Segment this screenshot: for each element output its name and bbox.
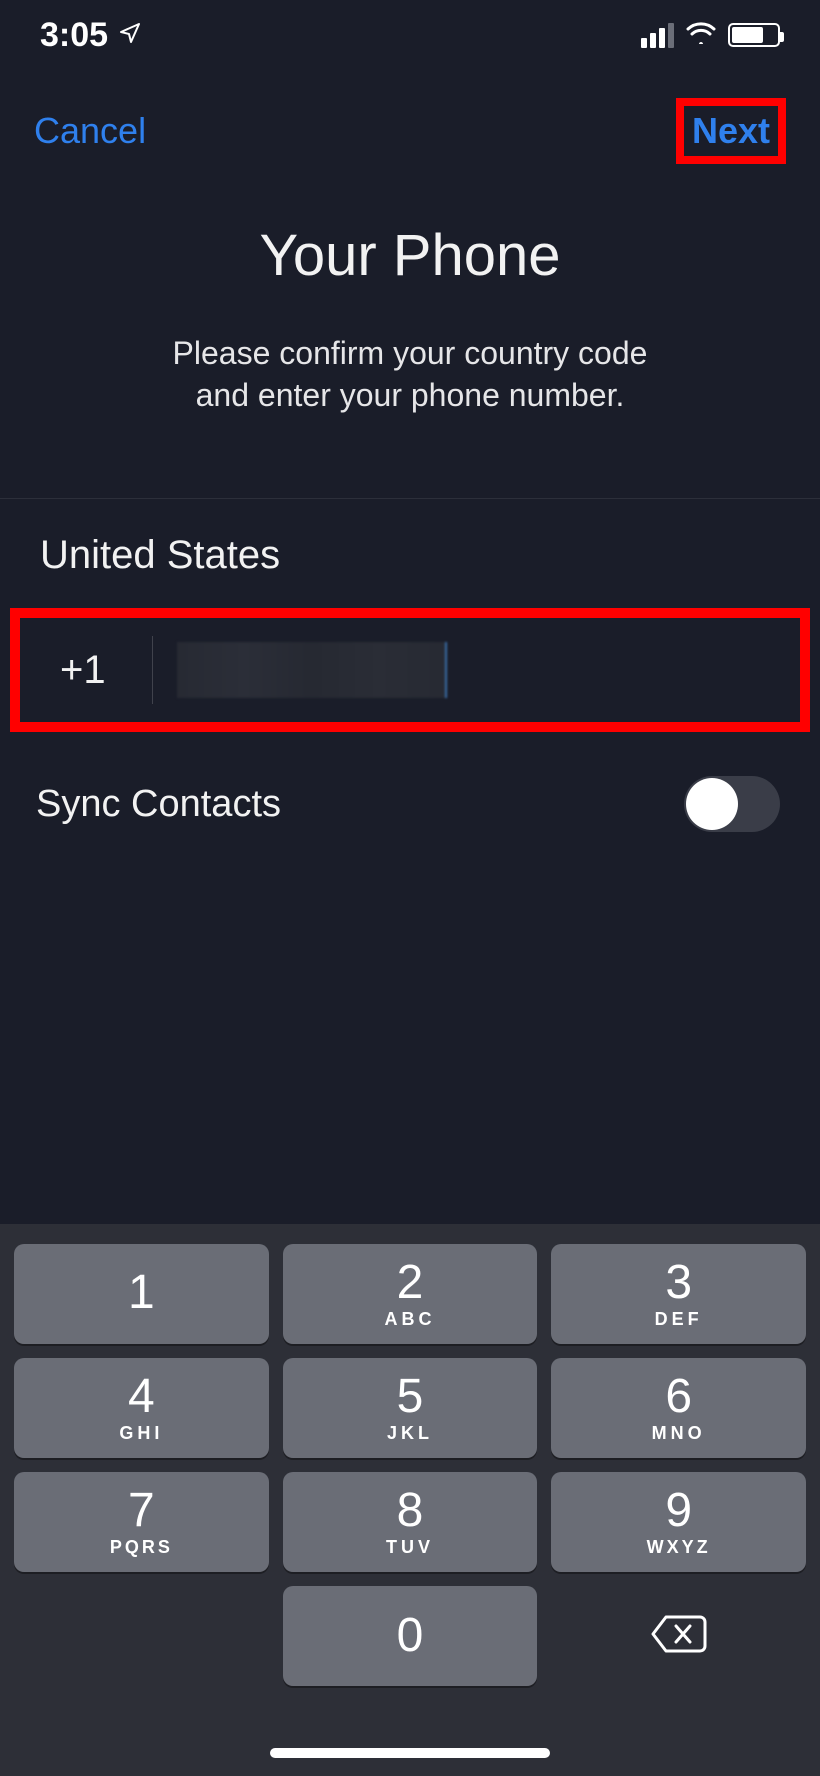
dial-code: +1: [60, 648, 152, 693]
key-6[interactable]: 6 MNO: [551, 1358, 806, 1458]
key-1[interactable]: 1: [14, 1244, 269, 1344]
sync-contacts-label: Sync Contacts: [36, 783, 281, 826]
key-2[interactable]: 2 ABC: [283, 1244, 538, 1344]
status-bar: 3:05: [0, 0, 820, 70]
country-label: United States: [40, 533, 280, 577]
country-selector[interactable]: United States: [0, 499, 820, 608]
cancel-button[interactable]: Cancel: [34, 110, 146, 152]
key-blank: [14, 1586, 269, 1686]
nav-bar: Cancel Next: [0, 70, 820, 174]
numeric-keypad: 1 2 ABC 3 DEF 4 GHI 5 JKL 6 MNO 7 PQRS 8: [0, 1224, 820, 1776]
next-button-highlight: Next: [676, 98, 786, 164]
cellular-signal-icon: [641, 23, 674, 48]
phone-input-row[interactable]: +1: [10, 608, 810, 732]
battery-icon: [728, 23, 780, 47]
key-0[interactable]: 0: [283, 1586, 538, 1686]
key-3[interactable]: 3 DEF: [551, 1244, 806, 1344]
sync-contacts-row: Sync Contacts: [0, 732, 820, 832]
next-button[interactable]: Next: [692, 110, 770, 152]
key-9[interactable]: 9 WXYZ: [551, 1472, 806, 1572]
home-indicator[interactable]: [270, 1748, 550, 1758]
divider-vertical: [152, 636, 153, 704]
key-5[interactable]: 5 JKL: [283, 1358, 538, 1458]
wifi-icon: [686, 22, 716, 49]
toggle-knob: [686, 778, 738, 830]
key-7[interactable]: 7 PQRS: [14, 1472, 269, 1572]
status-time: 3:05: [40, 16, 108, 55]
backspace-key[interactable]: [551, 1586, 806, 1686]
page-heading: Your Phone: [0, 222, 820, 289]
backspace-icon: [650, 1613, 708, 1660]
page-title: Your Phone: [0, 222, 820, 289]
phone-number-input[interactable]: [177, 642, 447, 698]
location-icon: [118, 21, 142, 50]
sync-contacts-toggle[interactable]: [684, 776, 780, 832]
key-8[interactable]: 8 TUV: [283, 1472, 538, 1572]
key-4[interactable]: 4 GHI: [14, 1358, 269, 1458]
page-subtitle: Please confirm your country code and ent…: [0, 333, 820, 416]
